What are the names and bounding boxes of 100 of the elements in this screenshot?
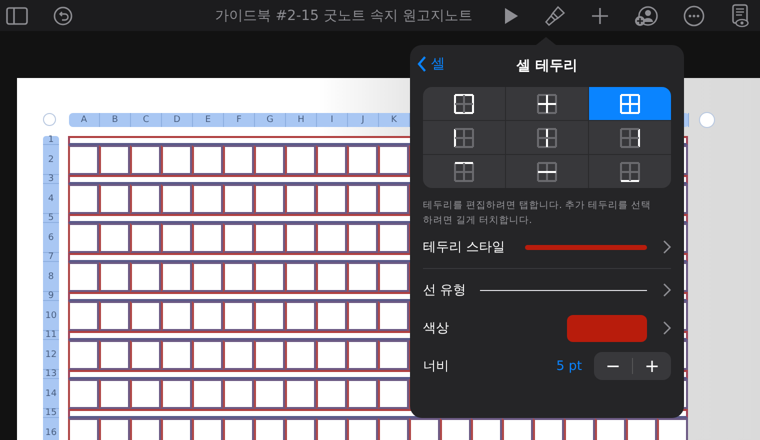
table-cell: [161, 223, 192, 253]
row-header[interactable]: 8: [43, 262, 59, 292]
plus-icon[interactable]: [591, 6, 609, 24]
row-header[interactable]: 13: [43, 370, 59, 379]
table-cell: [316, 340, 347, 370]
table-cell: [285, 379, 316, 409]
row-header[interactable]: 6: [43, 223, 59, 253]
table-cell: [223, 184, 254, 214]
table-cell: [347, 418, 378, 440]
select-all-handle[interactable]: [43, 113, 56, 126]
row-header[interactable]: 3: [43, 175, 59, 184]
column-header[interactable]: I: [317, 112, 348, 126]
table-cell: [68, 301, 99, 331]
table-cell: [130, 418, 161, 440]
row-header[interactable]: 15: [43, 409, 59, 418]
undo-icon[interactable]: [53, 6, 73, 26]
more-icon[interactable]: [683, 4, 705, 26]
column-header[interactable]: B: [100, 112, 131, 126]
row-header[interactable]: 5: [43, 214, 59, 223]
border-style-label: 테두리 스타일: [423, 239, 506, 256]
border-grid-icon: [537, 162, 557, 182]
table-cell: [192, 301, 223, 331]
table-cell: [254, 301, 285, 331]
color-swatch[interactable]: [567, 314, 647, 342]
table-cell: [285, 145, 316, 175]
table-cell: [409, 418, 440, 440]
table-cell: [254, 379, 285, 409]
table-cell: [68, 379, 99, 409]
chevron-left-icon: [417, 55, 427, 73]
table-cell: [161, 340, 192, 370]
table-cell: [161, 262, 192, 292]
sidebar-icon[interactable]: [6, 6, 28, 24]
table-cell: [347, 145, 378, 175]
table-cell: [471, 418, 502, 440]
table-cell: [316, 418, 347, 440]
table-cell: [130, 379, 161, 409]
table-cell: [192, 340, 223, 370]
width-label: 너비: [423, 358, 449, 375]
reader-view-icon[interactable]: [730, 4, 750, 28]
table-cell: [99, 379, 130, 409]
column-header[interactable]: F: [224, 112, 255, 126]
row-header[interactable]: 10: [43, 301, 59, 331]
table-cell: [68, 418, 99, 440]
collaborate-icon[interactable]: [634, 4, 658, 26]
paintbrush-icon[interactable]: [544, 4, 566, 26]
row-header[interactable]: 12: [43, 340, 59, 370]
table-cell: [378, 340, 409, 370]
table-cell: [192, 223, 223, 253]
table-cell: [130, 301, 161, 331]
chevron-right-icon[interactable]: [663, 240, 671, 254]
line-type-label: 선 유형: [423, 282, 466, 299]
border-option[interactable]: [423, 87, 505, 120]
color-label: 색상: [423, 320, 449, 337]
row-header[interactable]: 11: [43, 331, 59, 340]
increase-button[interactable]: +: [633, 352, 671, 380]
table-cell: [223, 418, 254, 440]
column-header[interactable]: D: [162, 112, 193, 126]
table-cell: [161, 184, 192, 214]
table-cell: [223, 301, 254, 331]
table-cell: [254, 262, 285, 292]
border-option[interactable]: [506, 87, 588, 120]
border-grid-icon: [454, 128, 474, 148]
table-cell: [68, 223, 99, 253]
column-header[interactable]: A: [69, 112, 100, 126]
table-cell: [192, 262, 223, 292]
table-cell: [533, 418, 564, 440]
row-header[interactable]: 1: [43, 136, 59, 145]
table-cell: [285, 418, 316, 440]
table-cell: [378, 145, 409, 175]
back-button[interactable]: 셀: [417, 55, 445, 73]
border-grid-icon: [620, 162, 640, 182]
chevron-right-icon[interactable]: [663, 321, 671, 335]
table-cell: [223, 340, 254, 370]
row-header[interactable]: 4: [43, 184, 59, 214]
column-header[interactable]: E: [193, 112, 224, 126]
column-header[interactable]: G: [255, 112, 286, 126]
play-icon[interactable]: [503, 6, 519, 24]
table-cell: [161, 145, 192, 175]
table-cell: [626, 418, 657, 440]
table-cell: [657, 418, 688, 440]
table-cell: [254, 145, 285, 175]
column-header[interactable]: H: [286, 112, 317, 126]
chevron-right-icon[interactable]: [663, 283, 671, 297]
row-header[interactable]: 2: [43, 145, 59, 175]
column-header[interactable]: C: [131, 112, 162, 126]
table-cell: [161, 418, 192, 440]
table-cell: [285, 262, 316, 292]
row-header[interactable]: 7: [43, 253, 59, 262]
table-cell: [347, 262, 378, 292]
table-cell: [99, 340, 130, 370]
table-cell: [192, 418, 223, 440]
row-header[interactable]: 14: [43, 379, 59, 409]
table-cell: [254, 340, 285, 370]
column-header[interactable]: J: [348, 112, 379, 126]
border-grid-icon: [620, 94, 640, 114]
decrease-button[interactable]: −: [594, 352, 632, 380]
row-header[interactable]: 16: [43, 418, 59, 440]
row-header[interactable]: 9: [43, 292, 59, 301]
table-cell: [254, 418, 285, 440]
table-cell: [316, 301, 347, 331]
